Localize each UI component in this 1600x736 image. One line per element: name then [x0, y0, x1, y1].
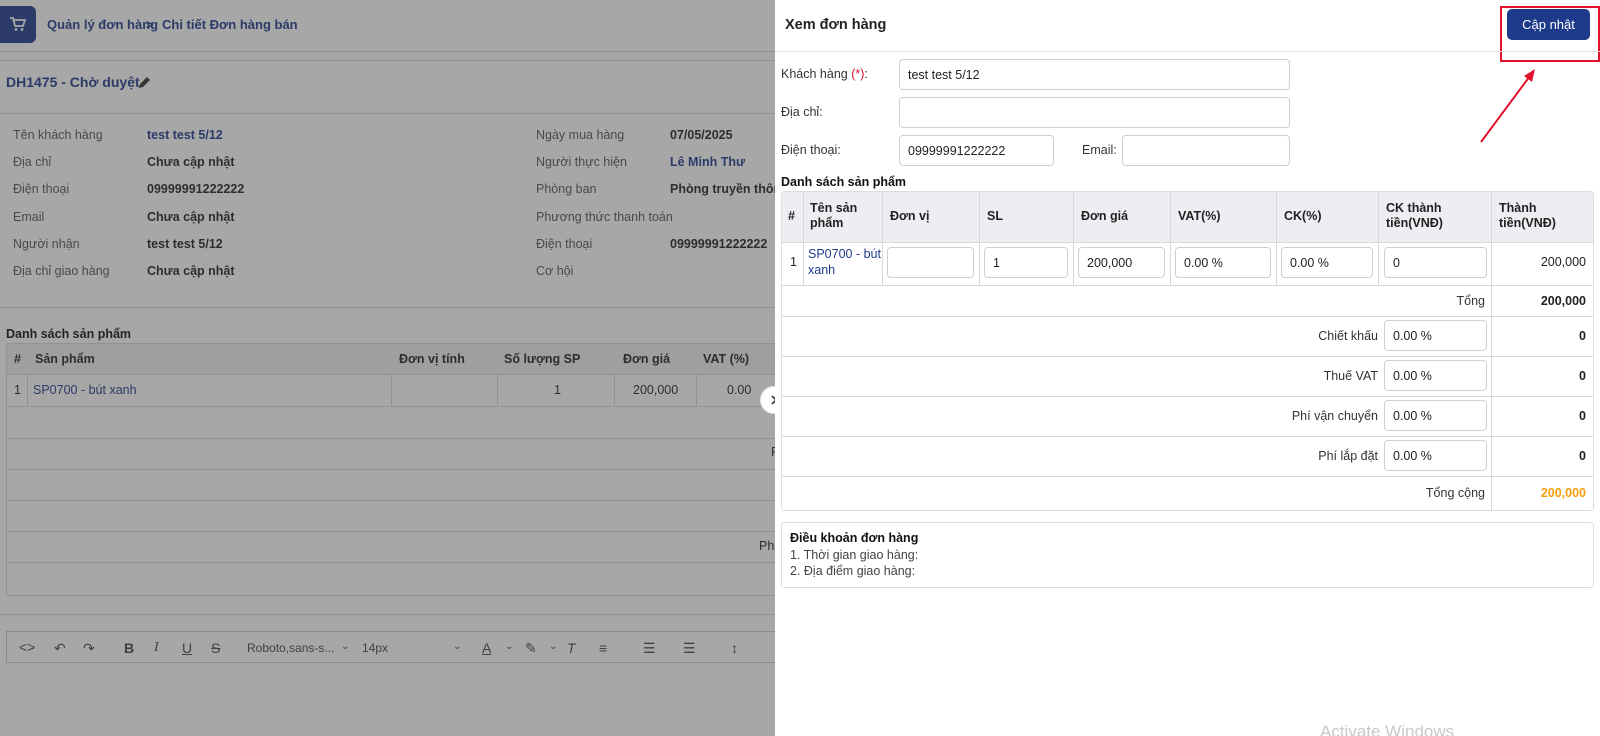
- row-product-link[interactable]: xanh: [808, 263, 835, 277]
- vat-total-input[interactable]: 0.00 %: [1384, 360, 1487, 391]
- customer-input[interactable]: test test 5/12: [899, 59, 1290, 90]
- grand-total-label: Tổng cộng: [1425, 486, 1485, 500]
- arrow-annotation-icon: [1480, 69, 1535, 143]
- windows-watermark: Activate Windows: [1320, 722, 1455, 736]
- order-terms: Điều khoản đơn hàng 1. Thời gian giao hà…: [781, 522, 1594, 588]
- th-product: Tên sản phẩm: [810, 201, 858, 230]
- phone-label: Điện thoại:: [781, 143, 841, 157]
- summary-value-shipping: 0: [1579, 409, 1586, 423]
- summary-value-discount: 0: [1579, 329, 1586, 343]
- highlight-box: [1500, 6, 1600, 62]
- summary-value-vat: 0: [1579, 369, 1586, 383]
- customer-label: Khách hàng (*):: [781, 67, 868, 81]
- summary-value-install: 0: [1579, 449, 1586, 463]
- terms-title: Điều khoản đơn hàng: [790, 531, 919, 545]
- summary-label-vat: Thuế VAT: [1323, 369, 1378, 383]
- discount-input[interactable]: 0.00 %: [1384, 320, 1487, 351]
- unit-input[interactable]: [887, 247, 974, 278]
- order-view-panel: Xem đơn hàng Cập nhật Khách hàng (*): te…: [775, 0, 1600, 736]
- email-label: Email:: [1082, 143, 1117, 157]
- summary-label-total: Tổng: [1456, 294, 1486, 308]
- th-ck-amount: CK thành tiền(VNĐ): [1386, 201, 1443, 230]
- background-page: Quản lý đơn hàng > Chi tiết Đơn hàng bán…: [0, 0, 775, 736]
- th-qty: SL: [987, 209, 1003, 223]
- terms-line: 1. Thời gian giao hàng:: [790, 548, 919, 562]
- phone-input[interactable]: 09999991222222: [899, 135, 1054, 166]
- address-input[interactable]: [899, 97, 1290, 128]
- shipping-input[interactable]: 0.00 %: [1384, 400, 1487, 431]
- th-ck: CK(%): [1284, 209, 1322, 223]
- summary-label-shipping: Phí vận chuyển: [1291, 409, 1378, 423]
- row-total: 200,000: [1540, 255, 1586, 269]
- row-index: 1: [790, 255, 797, 269]
- products-title: Danh sách sản phẩm: [781, 175, 907, 189]
- address-label: Địa chỉ:: [781, 105, 823, 119]
- ck-amount-input[interactable]: 0: [1384, 247, 1487, 278]
- email-input[interactable]: [1122, 135, 1290, 166]
- vat-input[interactable]: 0.00 %: [1175, 247, 1271, 278]
- th-index: #: [788, 209, 795, 223]
- summary-label-discount: Chiết khấu: [1318, 329, 1378, 343]
- th-price: Đơn giá: [1081, 209, 1129, 223]
- modal-overlay[interactable]: [0, 0, 775, 736]
- row-product-link[interactable]: SP0700 - bút: [808, 247, 881, 261]
- grand-total-value: 200,000: [1540, 486, 1586, 500]
- summary-value-total: 200,000: [1540, 294, 1586, 308]
- th-vat: VAT(%): [1178, 209, 1221, 223]
- ck-input[interactable]: 0.00 %: [1281, 247, 1373, 278]
- terms-line: 2. Địa điểm giao hàng:: [790, 564, 916, 578]
- install-input[interactable]: 0.00 %: [1384, 440, 1487, 471]
- qty-input[interactable]: 1: [984, 247, 1068, 278]
- price-input[interactable]: 200,000: [1078, 247, 1165, 278]
- products-table: # Tên sản phẩm Đơn vị SL Đơn giá VAT(%) …: [781, 191, 1594, 511]
- th-unit: Đơn vị: [890, 209, 930, 223]
- panel-title: Xem đơn hàng: [785, 17, 887, 33]
- th-total: Thành tiền(VNĐ): [1499, 201, 1556, 230]
- summary-label-install: Phí lắp đặt: [1318, 449, 1378, 463]
